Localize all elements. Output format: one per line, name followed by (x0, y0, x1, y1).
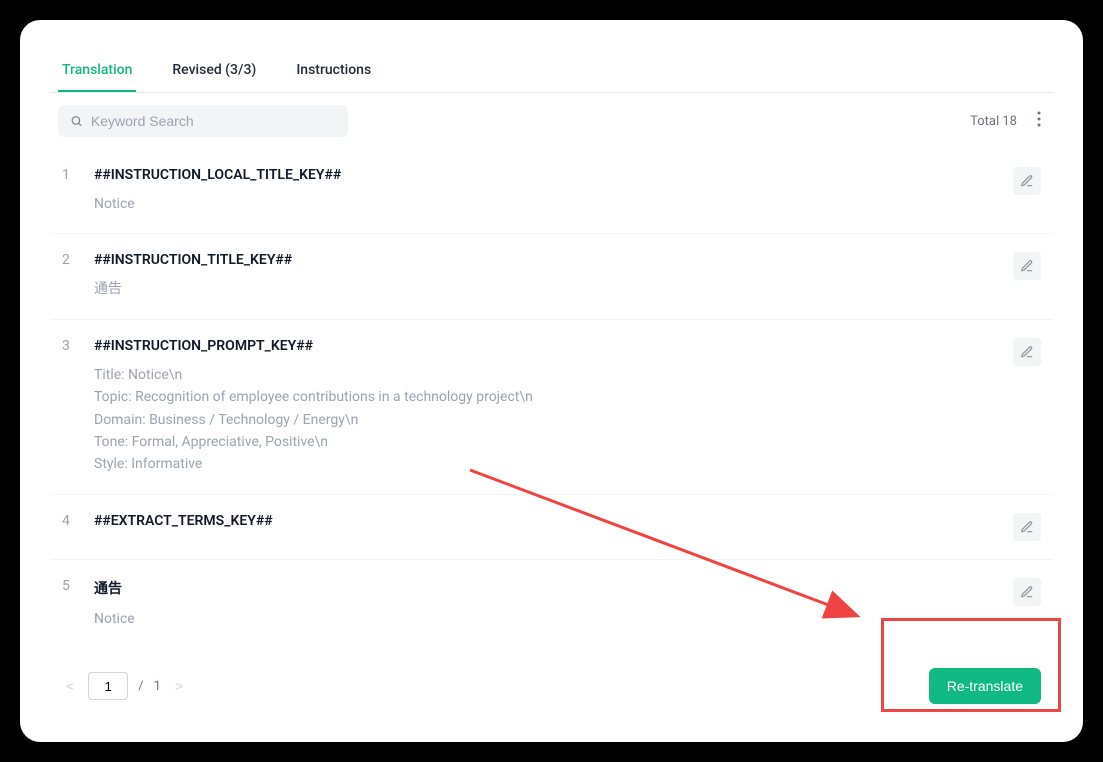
item-actions (1013, 513, 1041, 541)
item-actions (1013, 252, 1041, 300)
search-box[interactable] (58, 105, 348, 137)
tab-instructions[interactable]: Instructions (292, 50, 375, 92)
item-content: ##INSTRUCTION_PROMPT_KEY## Title: Notice… (94, 338, 993, 476)
tabs-bar: Translation Revised (3/3) Instructions (50, 50, 1053, 93)
edit-button[interactable] (1013, 167, 1041, 195)
items-list: 1 ##INSTRUCTION_LOCAL_TITLE_KEY## Notice… (50, 149, 1053, 648)
list-item: 5 通告 Notice (50, 560, 1053, 648)
page-total: 1 (154, 679, 161, 694)
list-item: 4 ##EXTRACT_TERMS_KEY## (50, 495, 1053, 560)
item-content: ##INSTRUCTION_TITLE_KEY## 通告 (94, 252, 993, 300)
page-separator: / (138, 679, 143, 694)
edit-button[interactable] (1013, 578, 1041, 606)
search-input[interactable] (91, 113, 336, 129)
list-item: 1 ##INSTRUCTION_LOCAL_TITLE_KEY## Notice (50, 149, 1053, 234)
search-icon (70, 114, 83, 128)
item-subtitle: Notice (94, 193, 993, 215)
item-title: ##INSTRUCTION_TITLE_KEY## (94, 252, 993, 268)
item-content: ##INSTRUCTION_LOCAL_TITLE_KEY## Notice (94, 167, 993, 215)
prev-page-button[interactable]: < (62, 674, 78, 698)
item-number: 3 (62, 338, 74, 476)
pencil-icon (1020, 174, 1034, 188)
tab-translation[interactable]: Translation (58, 50, 136, 92)
item-actions (1013, 578, 1041, 630)
item-title: ##INSTRUCTION_LOCAL_TITLE_KEY## (94, 167, 993, 183)
item-number: 2 (62, 252, 74, 300)
retranslate-button[interactable]: Re-translate (929, 668, 1041, 704)
item-actions (1013, 167, 1041, 215)
item-title: ##EXTRACT_TERMS_KEY## (94, 513, 993, 529)
item-content: ##EXTRACT_TERMS_KEY## (94, 513, 993, 541)
pencil-icon (1020, 585, 1034, 599)
pencil-icon (1020, 259, 1034, 273)
item-title: ##INSTRUCTION_PROMPT_KEY## (94, 338, 993, 354)
total-count-label: Total 18 (970, 114, 1017, 129)
list-item: 2 ##INSTRUCTION_TITLE_KEY## 通告 (50, 234, 1053, 319)
translation-panel: Translation Revised (3/3) Instructions T… (50, 50, 1053, 712)
pagination: < / 1 > (62, 672, 187, 700)
item-number: 4 (62, 513, 74, 541)
item-number: 1 (62, 167, 74, 215)
item-content: 通告 Notice (94, 578, 993, 630)
edit-button[interactable] (1013, 513, 1041, 541)
page-input[interactable] (88, 672, 128, 700)
edit-button[interactable] (1013, 252, 1041, 280)
edit-button[interactable] (1013, 338, 1041, 366)
item-subtitle: Notice (94, 608, 993, 630)
pencil-icon (1020, 520, 1034, 534)
toolbar-right: Total 18 (970, 107, 1045, 135)
item-actions (1013, 338, 1041, 476)
item-number: 5 (62, 578, 74, 630)
item-title: 通告 (94, 578, 993, 598)
tab-revised[interactable]: Revised (3/3) (168, 50, 260, 92)
item-subtitle: Title: Notice\n Topic: Recognition of em… (94, 364, 993, 476)
pencil-icon (1020, 345, 1034, 359)
list-item: 3 ##INSTRUCTION_PROMPT_KEY## Title: Noti… (50, 320, 1053, 495)
app-frame: Translation Revised (3/3) Instructions T… (20, 20, 1083, 742)
next-page-button[interactable]: > (171, 674, 187, 698)
toolbar: Total 18 (50, 93, 1053, 149)
footer: < / 1 > Re-translate (50, 648, 1053, 712)
item-subtitle: 通告 (94, 278, 993, 300)
more-menu-icon[interactable] (1033, 107, 1045, 135)
